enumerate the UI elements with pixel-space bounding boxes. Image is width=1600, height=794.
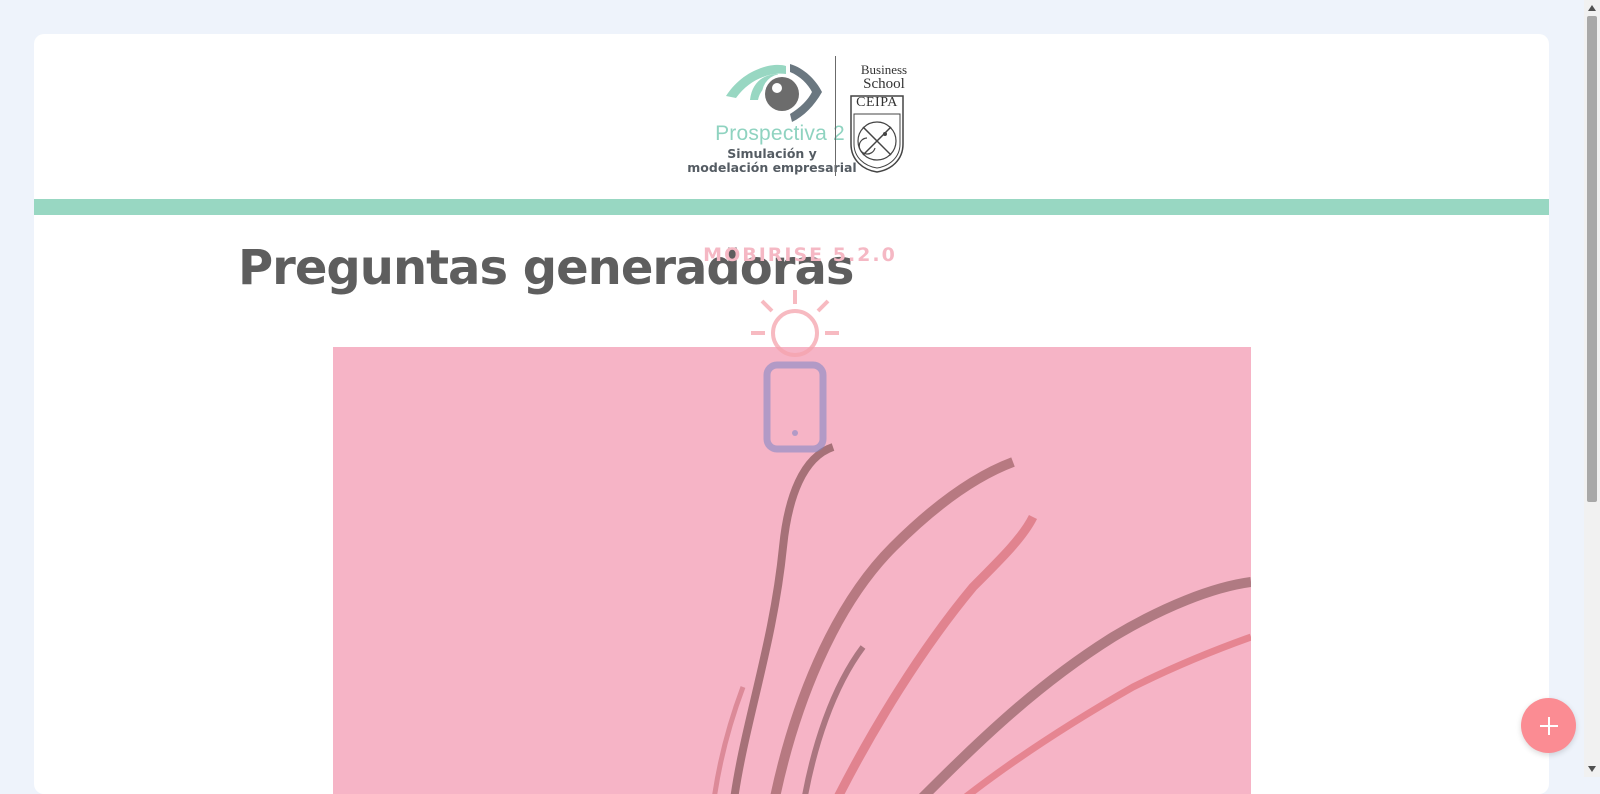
school-label: Business School: [844, 62, 924, 92]
logo-divider: [835, 56, 836, 176]
vertical-scrollbar[interactable]: [1584, 0, 1600, 777]
ceipa-wordmark: CEIPA: [856, 95, 898, 110]
scroll-up-arrow-icon[interactable]: [1584, 0, 1600, 16]
plus-icon: [1539, 716, 1558, 735]
eye-logo-icon: [726, 64, 822, 122]
page-title: Preguntas generadoras: [238, 240, 854, 296]
page-card: Prospectiva 2 Simulación y modelación em…: [34, 34, 1549, 794]
add-button[interactable]: [1521, 698, 1576, 753]
school-line-school: School: [863, 76, 905, 92]
header-logo[interactable]: Prospectiva 2 Simulación y modelación em…: [34, 34, 1549, 199]
brand-title: Prospectiva 2: [715, 122, 845, 145]
brand-subtitle: Simulación y modelación empresarial: [687, 146, 857, 175]
accent-bar: [34, 199, 1549, 215]
scroll-down-arrow-icon[interactable]: [1584, 761, 1600, 777]
scrollbar-thumb[interactable]: [1587, 16, 1597, 502]
hero-image: [333, 347, 1251, 794]
school-line-business: Business: [860, 62, 908, 77]
smoke-artwork: [712, 443, 1251, 794]
